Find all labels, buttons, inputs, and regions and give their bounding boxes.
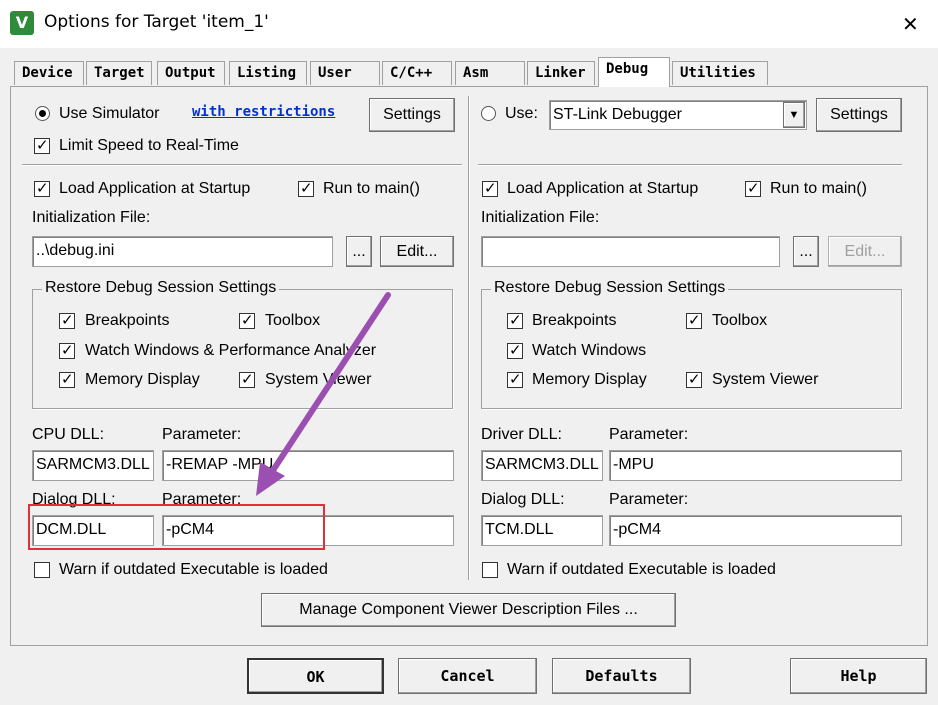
breakpoints-label: Breakpoints [85, 312, 170, 329]
right-restore-settings-title: Restore Debug Session Settings [491, 279, 729, 297]
driver-dll-label: Driver DLL: [481, 426, 562, 443]
init-file-input[interactable]: ..\debug.ini [32, 236, 333, 267]
right-warn-outdated-checkbox[interactable] [482, 562, 498, 578]
use-debugger-label: Use: [505, 105, 538, 122]
right-memory-display-label: Memory Display [532, 371, 647, 388]
init-file-edit-button[interactable]: Edit... [380, 236, 454, 267]
warn-outdated-checkbox[interactable] [34, 562, 50, 578]
with-restrictions-link[interactable]: with restrictions [192, 104, 335, 120]
help-button[interactable]: Help [790, 658, 927, 694]
simulator-settings-button[interactable]: Settings [369, 98, 455, 132]
window-title: Options for Target 'item_1' [44, 12, 269, 32]
run-to-main-label: Run to main() [323, 180, 420, 197]
right-watch-windows-checkbox[interactable] [507, 341, 523, 359]
warn-outdated-label: Warn if outdated Executable is loaded [59, 561, 328, 578]
right-system-viewer-checkbox[interactable] [686, 370, 702, 388]
breakpoints-checkbox[interactable] [59, 311, 75, 329]
right-load-app-label: Load Application at Startup [507, 180, 699, 197]
cpu-parameter-label: Parameter: [162, 426, 242, 443]
close-icon[interactable]: ✕ [902, 12, 919, 36]
use-debugger-radio[interactable] [481, 106, 496, 121]
tab-debug[interactable]: Debug [598, 57, 670, 87]
tab-device[interactable]: Device [14, 61, 84, 85]
tab-c-cpp[interactable]: C/C++ [382, 61, 452, 85]
watch-windows-label: Watch Windows & Performance Analyzer [85, 342, 377, 359]
cancel-button[interactable]: Cancel [398, 658, 537, 694]
tab-linker[interactable]: Linker [527, 61, 595, 85]
right-dialog-dll-input[interactable]: TCM.DLL [481, 515, 603, 546]
use-simulator-radio[interactable] [35, 106, 50, 121]
right-watch-windows-label: Watch Windows [532, 342, 647, 359]
chevron-down-icon[interactable]: ▼ [783, 102, 805, 128]
memory-display-label: Memory Display [85, 371, 200, 388]
right-breakpoints-checkbox[interactable] [507, 311, 523, 329]
system-viewer-label: System Viewer [265, 371, 372, 388]
right-divider [478, 164, 902, 166]
right-load-app-checkbox[interactable] [482, 179, 498, 197]
right-toolbox-label: Toolbox [712, 312, 768, 329]
debugger-select[interactable]: ST-Link Debugger [549, 100, 807, 130]
right-init-file-browse-button[interactable]: ... [793, 236, 819, 267]
right-memory-display-checkbox[interactable] [507, 370, 523, 388]
tab-user[interactable]: User [310, 61, 380, 85]
cpu-parameter-input[interactable]: -REMAP -MPU [162, 450, 454, 481]
right-dialog-parameter-label: Parameter: [609, 491, 689, 508]
cpu-dll-input[interactable]: SARMCM3.DLL [32, 450, 154, 481]
annotation-highlight-box [28, 504, 325, 550]
cpu-dll-label: CPU DLL: [32, 426, 105, 443]
right-run-to-main-checkbox[interactable] [745, 179, 761, 197]
debugger-settings-button[interactable]: Settings [816, 98, 902, 132]
toolbox-checkbox[interactable] [239, 311, 255, 329]
right-toolbox-checkbox[interactable] [686, 311, 702, 329]
memory-display-checkbox[interactable] [59, 370, 75, 388]
right-system-viewer-label: System Viewer [712, 371, 819, 388]
restore-settings-title: Restore Debug Session Settings [42, 279, 280, 297]
manage-component-viewer-button[interactable]: Manage Component Viewer Description File… [261, 593, 676, 627]
tab-listing[interactable]: Listing [229, 61, 307, 85]
use-simulator-label: Use Simulator [59, 105, 160, 122]
toolbox-label: Toolbox [265, 312, 321, 329]
tab-utilities[interactable]: Utilities [672, 61, 768, 85]
right-run-to-main-label: Run to main() [770, 180, 867, 197]
tab-target[interactable]: Target [86, 61, 152, 85]
right-init-file-label: Initialization File: [481, 209, 600, 226]
right-dialog-dll-label: Dialog DLL: [481, 491, 565, 508]
left-divider [22, 164, 462, 166]
column-separator [468, 96, 470, 580]
defaults-button[interactable]: Defaults [552, 658, 691, 694]
driver-parameter-input[interactable]: -MPU [609, 450, 902, 481]
driver-parameter-label: Parameter: [609, 426, 689, 443]
system-viewer-checkbox[interactable] [239, 370, 255, 388]
right-dialog-parameter-input[interactable]: -pCM4 [609, 515, 902, 546]
init-file-label: Initialization File: [32, 209, 151, 226]
tab-output[interactable]: Output [157, 61, 225, 85]
right-warn-outdated-label: Warn if outdated Executable is loaded [507, 561, 776, 578]
driver-dll-input[interactable]: SARMCM3.DLL [481, 450, 603, 481]
right-init-file-input[interactable] [481, 236, 780, 267]
limit-speed-checkbox[interactable] [34, 136, 50, 154]
load-app-label: Load Application at Startup [59, 180, 251, 197]
load-app-checkbox[interactable] [34, 179, 50, 197]
tab-asm[interactable]: Asm [455, 61, 525, 85]
ok-button[interactable]: OK [247, 658, 384, 694]
watch-windows-checkbox[interactable] [59, 341, 75, 359]
uvision-app-icon: V [10, 11, 34, 35]
title-bar: V Options for Target 'item_1' ✕ [0, 0, 938, 48]
limit-speed-label: Limit Speed to Real-Time [59, 137, 239, 154]
right-breakpoints-label: Breakpoints [532, 312, 617, 329]
run-to-main-checkbox[interactable] [298, 179, 314, 197]
right-init-file-edit-button[interactable]: Edit... [828, 236, 902, 267]
init-file-browse-button[interactable]: ... [346, 236, 372, 267]
